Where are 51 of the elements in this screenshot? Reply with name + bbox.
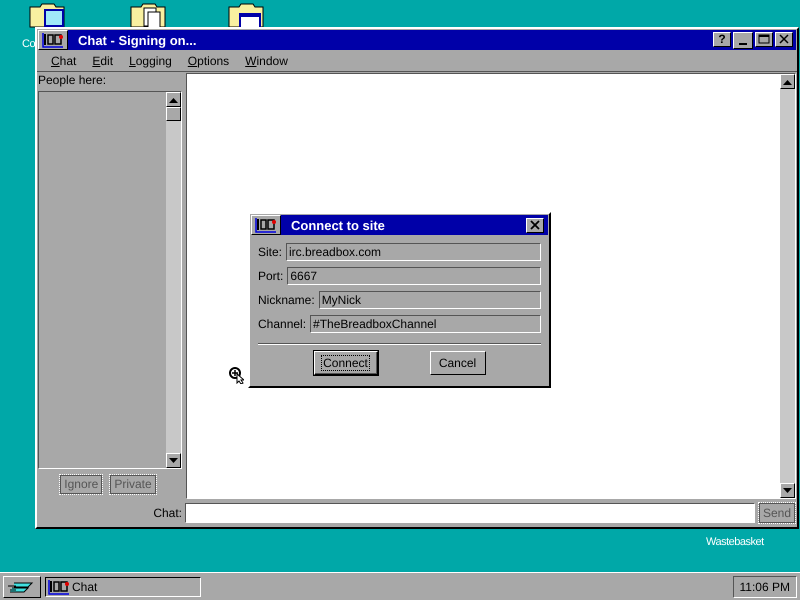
list-label: People here: xyxy=(38,73,108,89)
app-menu-button[interactable] xyxy=(251,215,281,235)
dialog-button[interactable]: Connect xyxy=(314,351,378,375)
help-button[interactable]: ? xyxy=(713,32,731,46)
field-label: Port: xyxy=(258,269,284,283)
text-field[interactable]: #TheBreadboxChannel xyxy=(310,315,541,333)
text-field[interactable]: irc.breadbox.com xyxy=(286,243,541,261)
menu-item[interactable]: Edit xyxy=(84,54,122,68)
scrollbar[interactable] xyxy=(780,74,795,498)
menu-item[interactable]: Chat xyxy=(43,54,84,68)
menu-item[interactable]: Window xyxy=(237,54,296,68)
text-field[interactable]: MyNick xyxy=(318,291,541,309)
maximize-icon xyxy=(758,34,770,44)
folder-icon[interactable] xyxy=(29,2,65,30)
minimize-button[interactable] xyxy=(733,32,753,48)
up-arrow-icon[interactable] xyxy=(783,78,792,84)
field-label: Channel: xyxy=(258,317,306,331)
folder-icon[interactable] xyxy=(130,2,166,30)
dialog-title: Connect to site xyxy=(290,218,386,232)
menu-item[interactable]: Options xyxy=(180,54,238,68)
text-field[interactable]: 6667 xyxy=(287,267,541,285)
menu-item[interactable]: Logging xyxy=(121,54,180,68)
scroll-thumb[interactable] xyxy=(166,107,181,121)
dialog-button[interactable]: Cancel xyxy=(430,351,486,375)
close-button[interactable] xyxy=(526,218,544,232)
busy-cursor-icon xyxy=(229,367,244,384)
field-label: Site: xyxy=(258,245,282,259)
app-logo-icon xyxy=(255,217,277,233)
up-arrow-icon[interactable] xyxy=(169,96,178,102)
close-button[interactable] xyxy=(775,32,793,46)
minimize-icon xyxy=(739,42,747,44)
folder-icon[interactable] xyxy=(228,2,264,30)
app-logo-icon xyxy=(48,578,70,594)
clock: 11:06 PM xyxy=(732,576,797,598)
start-logo-icon xyxy=(8,580,36,594)
maximize-button[interactable] xyxy=(755,32,773,46)
scrollbar[interactable] xyxy=(166,92,181,468)
down-arrow-icon[interactable] xyxy=(169,458,178,464)
close-icon xyxy=(779,34,789,44)
chat-label: Chat: xyxy=(152,506,182,520)
chat-input[interactable] xyxy=(185,503,755,523)
window-title: Chat - Signing on... xyxy=(77,32,198,48)
icon-label: Co xyxy=(22,38,36,50)
app-logo-icon xyxy=(42,32,64,48)
close-icon xyxy=(530,220,540,230)
app-menu-button[interactable] xyxy=(38,30,68,50)
down-arrow-icon[interactable] xyxy=(783,488,792,494)
icon-label: Wastebasket xyxy=(706,536,764,548)
start-button[interactable] xyxy=(3,576,41,598)
taskbar-button[interactable]: Chat xyxy=(45,576,201,596)
field-label: Nickname: xyxy=(258,293,315,307)
